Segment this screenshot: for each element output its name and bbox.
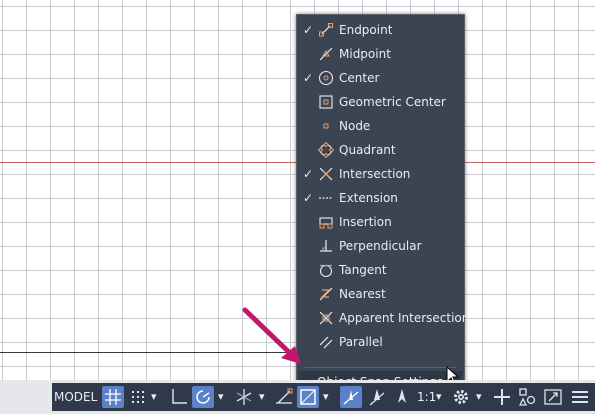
perpendicular-icon (320, 240, 332, 252)
object-snap-tracking-icon[interactable] (273, 386, 295, 408)
check-icon: ✓ (303, 167, 314, 181)
annotation-visibility-icon[interactable] (340, 386, 362, 408)
menu-item-label: Quadrant (339, 143, 396, 157)
annotation-scale-dropdown[interactable]: ▾ (436, 386, 446, 408)
snap-mode-icon[interactable] (127, 386, 149, 408)
isolate-objects-icon[interactable] (516, 386, 538, 408)
menu-item-parallel[interactable]: Parallel (297, 330, 464, 354)
menu-item-label: Endpoint (339, 23, 393, 37)
menu-item-endpoint[interactable]: ✓ Endpoint (297, 18, 464, 42)
annotation-scale-value[interactable]: 1:1 (417, 386, 436, 408)
menu-item-insertion[interactable]: Insertion (297, 210, 464, 234)
check-icon: ✓ (303, 191, 314, 205)
menu-item-geometric-center[interactable]: Geometric Center (297, 90, 464, 114)
node-icon (323, 123, 329, 129)
endpoint-icon (319, 23, 333, 37)
menu-item-node[interactable]: Node (297, 114, 464, 138)
center-icon (318, 70, 334, 86)
menu-item-label: Geometric Center (339, 95, 446, 109)
menu-separator (305, 367, 457, 368)
menu-item-label: Insertion (339, 215, 392, 229)
menu-item-tangent[interactable]: Tangent (297, 258, 464, 282)
isometric-dropdown[interactable]: ▾ (259, 386, 269, 408)
hamburger-menu-icon[interactable] (569, 386, 591, 408)
menu-item-label: Perpendicular (339, 239, 422, 253)
menu-item-label: Midpoint (339, 47, 391, 61)
midpoint-icon (319, 47, 333, 61)
parallel-icon (319, 336, 333, 349)
check-icon: ✓ (303, 71, 314, 85)
menu-item-label: Center (339, 71, 380, 85)
menu-item-label: Node (339, 119, 371, 133)
menu-item-apparent-intersection[interactable]: Apparent Intersection (297, 306, 469, 330)
insertion-icon (319, 217, 333, 229)
menu-item-quadrant[interactable]: Quadrant (297, 138, 464, 162)
menu-item-label: Intersection (339, 167, 411, 181)
plus-icon[interactable] (491, 386, 513, 408)
ortho-mode-icon[interactable] (168, 386, 190, 408)
object-snap-icon[interactable] (297, 386, 319, 408)
fullscreen-icon[interactable] (542, 386, 564, 408)
tangent-icon (319, 264, 333, 278)
menu-item-label: Nearest (339, 287, 386, 301)
menu-item-label: Extension (339, 191, 398, 205)
quadrant-icon (318, 142, 334, 158)
menu-item-midpoint[interactable]: Midpoint (297, 42, 464, 66)
object-snap-dropdown[interactable]: ▾ (323, 386, 333, 408)
extension-icon (319, 197, 333, 199)
menu-item-nearest[interactable]: Nearest (297, 282, 464, 306)
polar-tracking-icon[interactable] (192, 386, 214, 408)
polar-tracking-dropdown[interactable]: ▾ (218, 386, 228, 408)
workspace-dropdown[interactable]: ▾ (476, 386, 486, 408)
menu-item-perpendicular[interactable]: Perpendicular (297, 234, 464, 258)
menu-item-extension[interactable]: ✓ Extension (297, 186, 464, 210)
gear-icon[interactable] (450, 386, 472, 408)
intersection-icon (319, 167, 333, 181)
menu-item-intersection[interactable]: ✓ Intersection (297, 162, 464, 186)
menu-item-label: Tangent (339, 263, 387, 277)
annotation-arrow-icon (242, 307, 301, 364)
menu-item-center[interactable]: ✓ Center (297, 66, 464, 90)
check-icon: ✓ (303, 23, 314, 37)
nearest-icon (319, 287, 333, 301)
menu-item-label: Parallel (339, 335, 383, 349)
apparent-intersection-icon (319, 311, 333, 325)
menu-item-label: Apparent Intersection (339, 311, 470, 325)
isometric-drafting-icon[interactable] (233, 386, 255, 408)
object-snap-menu: ✓ Endpoint Midpoint ✓ Center Geometric C… (296, 14, 469, 393)
snap-mode-dropdown[interactable]: ▾ (151, 386, 161, 408)
annotation-scale-icon[interactable] (391, 386, 413, 408)
geometric-center-icon (319, 95, 333, 109)
model-space-button[interactable]: MODEL (54, 386, 97, 408)
grid-display-icon[interactable] (102, 386, 124, 408)
auto-scale-icon[interactable] (366, 386, 388, 408)
